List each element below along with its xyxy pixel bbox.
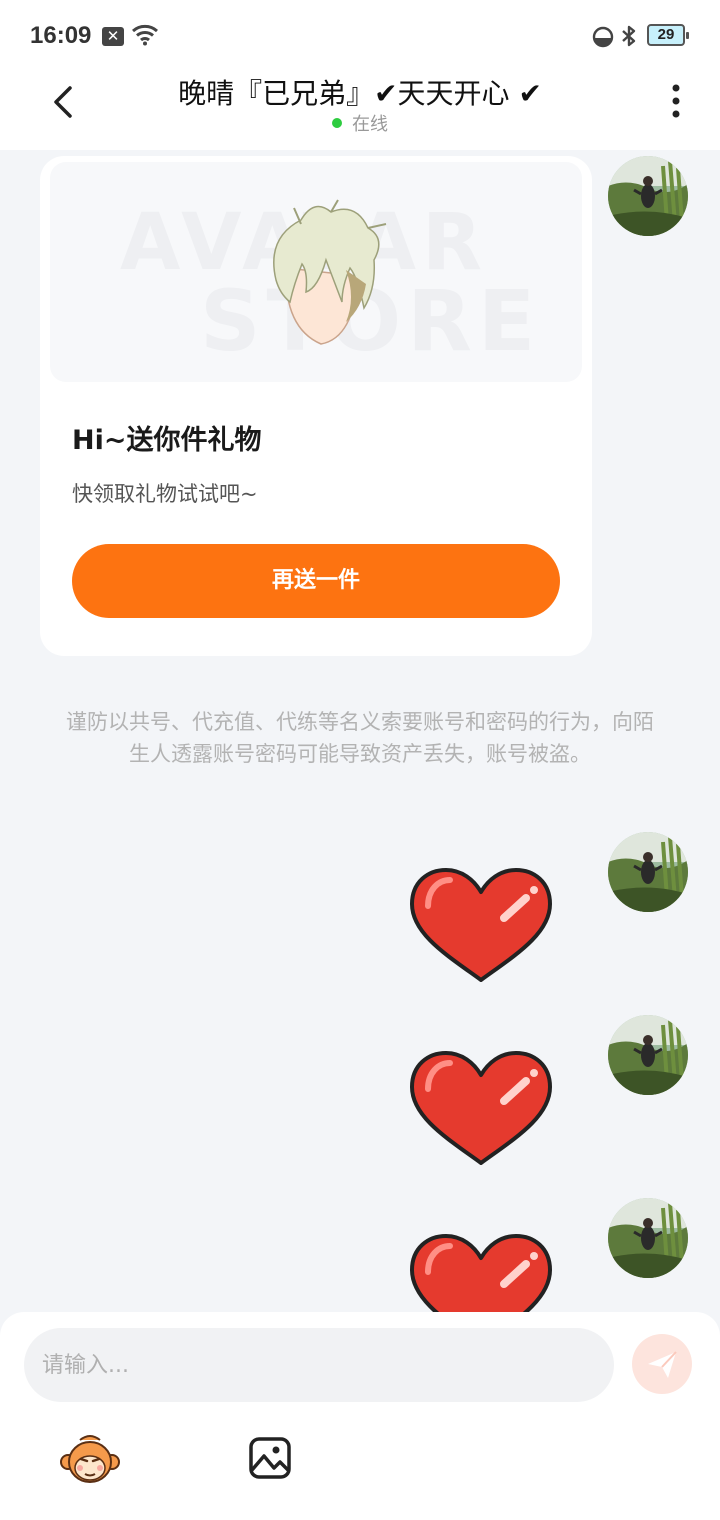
online-dot-icon	[332, 118, 342, 128]
paper-plane-icon	[648, 1351, 677, 1378]
gift-subtitle: 快领取礼物试试吧~	[72, 482, 258, 506]
chat-header: 晚晴『已兄弟』✔天天开心 ✔ 在线	[0, 70, 720, 150]
notification-icon: ✕	[102, 27, 124, 46]
image-icon[interactable]	[248, 1436, 292, 1480]
send-button[interactable]	[632, 1334, 692, 1394]
message-input[interactable]	[24, 1328, 614, 1402]
online-status: 在线	[0, 110, 720, 136]
safety-notice: 谨防以共号、代充值、代练等名义索要账号和密码的行为，向陌生人透露账号密码可能导致…	[66, 710, 654, 766]
avatar[interactable]	[608, 832, 688, 912]
avatar-photo	[608, 1015, 688, 1095]
avatar[interactable]	[608, 1198, 688, 1278]
wifi-icon	[132, 24, 158, 46]
avatar[interactable]	[608, 1015, 688, 1095]
gift-image: AVATAR STORE	[50, 162, 582, 382]
do-not-disturb-icon	[592, 26, 614, 48]
send-again-button[interactable]: 再送一件	[72, 544, 560, 618]
avatar[interactable]	[608, 156, 688, 236]
heart-sticker[interactable]	[408, 1049, 554, 1169]
avatar-photo	[608, 156, 688, 236]
gift-message-card: AVATAR STORE Hi~送你件礼物 快领取礼物试试吧~ 再送一件	[40, 156, 592, 656]
monkey-emoji-icon[interactable]	[60, 1432, 120, 1488]
heart-sticker[interactable]	[408, 866, 554, 986]
status-time: 16:09	[30, 22, 92, 49]
bluetooth-icon	[622, 25, 636, 47]
more-options-button[interactable]	[666, 82, 686, 122]
status-bar: 16:09 ✕ 29	[0, 0, 720, 70]
gift-title: Hi~送你件礼物	[72, 425, 262, 456]
chat-title: 晚晴『已兄弟』✔天天开心 ✔	[178, 77, 542, 110]
hair-avatar-image	[273, 199, 387, 345]
input-panel	[0, 1312, 720, 1520]
online-status-label: 在线	[352, 114, 388, 135]
avatar-photo	[608, 1198, 688, 1278]
avatar-photo	[608, 832, 688, 912]
battery-indicator: 29	[647, 24, 689, 46]
